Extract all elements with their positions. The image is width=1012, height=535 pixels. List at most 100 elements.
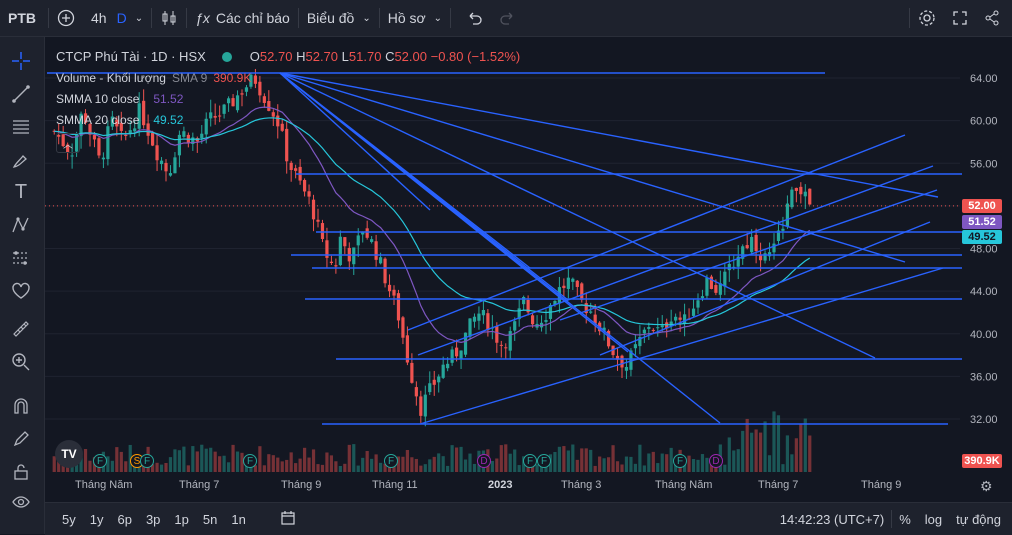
tradingview-logo-icon[interactable]: TV — [55, 440, 83, 468]
log-scale-toggle[interactable]: log — [918, 512, 949, 527]
event-marker-dividend[interactable]: F — [93, 454, 107, 468]
candle-body — [289, 162, 293, 170]
event-marker-dividend[interactable]: F — [673, 454, 687, 468]
volume-bar — [204, 448, 208, 472]
trend-line-icon[interactable] — [8, 82, 34, 106]
volume-bar — [754, 429, 758, 472]
smma20-value: 49.52 — [153, 112, 184, 127]
auto-scale-toggle[interactable]: tự động — [949, 512, 1008, 527]
volume-bar — [446, 465, 450, 472]
time-axis-label: Tháng 11 — [372, 479, 418, 491]
range-1m[interactable]: 1p — [167, 512, 195, 527]
candle-body — [522, 297, 526, 305]
candle-body — [446, 363, 450, 369]
candle-body — [799, 186, 803, 195]
candle-body — [660, 325, 664, 328]
event-marker-dividend[interactable]: F — [523, 454, 537, 468]
event-marker-earnings[interactable]: D — [477, 454, 491, 468]
range-1d[interactable]: 1n — [224, 512, 252, 527]
chart-menu-button[interactable]: Biểu đồ ⌄ — [299, 0, 379, 36]
profile-menu-button[interactable]: Hồ sơ ⌄ — [380, 0, 450, 36]
volume-bar — [772, 411, 776, 472]
lock-pencil-icon[interactable] — [8, 427, 34, 451]
legend-title[interactable]: CTCP Phú Tài · 1D · HSX — [56, 49, 206, 64]
lock-icon[interactable] — [8, 460, 34, 484]
candle-body — [544, 320, 548, 322]
event-marker-dividend[interactable]: F — [537, 454, 551, 468]
redo-icon[interactable] — [491, 0, 523, 36]
prediction-tools-icon[interactable] — [8, 246, 34, 270]
candle-body — [633, 344, 638, 349]
pattern-icon[interactable] — [8, 213, 34, 237]
candle-body — [441, 364, 445, 378]
collapse-legend-button[interactable]: ︿ — [56, 133, 80, 153]
compare-add-icon[interactable] — [49, 0, 83, 36]
volume-bar — [790, 454, 794, 472]
candle-body — [392, 289, 396, 296]
candle-body — [168, 173, 173, 176]
candle-body — [678, 317, 682, 320]
volume-bar — [584, 448, 588, 472]
candle-body — [481, 310, 486, 316]
candles-style-icon[interactable] — [152, 0, 186, 36]
candle-body — [499, 344, 503, 346]
range-1y[interactable]: 1y — [83, 512, 111, 527]
undo-icon[interactable] — [459, 0, 491, 36]
volume-bar — [320, 464, 325, 472]
candle-body — [624, 366, 629, 371]
settings-gear-icon[interactable]: ⚙ — [980, 478, 993, 495]
smma20-label[interactable]: SMMA 20 close — [56, 113, 139, 127]
volume-bar — [794, 438, 798, 472]
candle-body — [365, 228, 369, 238]
range-5y[interactable]: 5y — [55, 512, 83, 527]
magnet-icon[interactable] — [8, 394, 34, 418]
fib-retracement-icon[interactable] — [8, 115, 34, 139]
event-marker-dividend[interactable]: F — [140, 454, 154, 468]
open-value: 52.70 — [259, 49, 293, 64]
candle-body — [387, 284, 392, 292]
volume-bar — [602, 458, 606, 472]
interval-button[interactable]: 4h D ⌄ — [83, 0, 151, 36]
smma10-label[interactable]: SMMA 10 close — [56, 92, 139, 106]
range-6m[interactable]: 6p — [110, 512, 138, 527]
candle-body — [714, 285, 718, 293]
heart-icon[interactable] — [8, 279, 34, 303]
volume-bar — [566, 450, 570, 472]
eye-icon[interactable] — [8, 490, 34, 514]
volume-bar — [155, 462, 159, 472]
chart-legend: CTCP Phú Tài · 1D · HSX O52.70 H52.70 L5… — [56, 46, 520, 153]
fullscreen-icon[interactable] — [944, 0, 976, 36]
volume-bar — [700, 454, 705, 472]
range-5d[interactable]: 5n — [196, 512, 224, 527]
volume-bar — [808, 435, 812, 472]
timezone-clock[interactable]: 14:42:23 (UTC+7) — [773, 512, 891, 527]
range-3m[interactable]: 3p — [139, 512, 167, 527]
symbol-search[interactable]: PTB — [0, 10, 48, 26]
go-to-date-icon[interactable] — [273, 510, 303, 529]
volume-bar — [262, 465, 266, 472]
volume-bar — [450, 445, 454, 472]
share-icon[interactable] — [976, 0, 1008, 36]
text-tool-icon[interactable]: T — [8, 180, 34, 204]
volume-bar — [213, 451, 217, 472]
event-marker-dividend[interactable]: F — [384, 454, 398, 468]
candle-body — [164, 162, 168, 172]
brush-icon[interactable] — [8, 148, 34, 172]
candle-body — [562, 285, 566, 289]
volume-bar — [580, 448, 584, 472]
volume-bar — [235, 451, 240, 472]
volume-bar — [182, 446, 186, 472]
volume-label[interactable]: Volume - Khối lượng — [56, 71, 166, 85]
event-marker-earnings[interactable]: D — [709, 454, 723, 468]
candle-body — [294, 168, 298, 171]
indicators-button[interactable]: ƒx Các chỉ báo — [187, 0, 298, 36]
volume-value: 390.9K — [213, 70, 252, 85]
ruler-icon[interactable] — [8, 317, 34, 341]
market-status-dot — [221, 51, 232, 62]
zoom-in-icon[interactable] — [8, 350, 34, 374]
settings-gear-icon[interactable] — [910, 0, 944, 36]
event-marker-dividend[interactable]: F — [243, 454, 257, 468]
percent-scale-toggle[interactable]: % — [892, 512, 918, 527]
candle-body — [767, 252, 772, 257]
crosshair-icon[interactable] — [8, 49, 34, 73]
